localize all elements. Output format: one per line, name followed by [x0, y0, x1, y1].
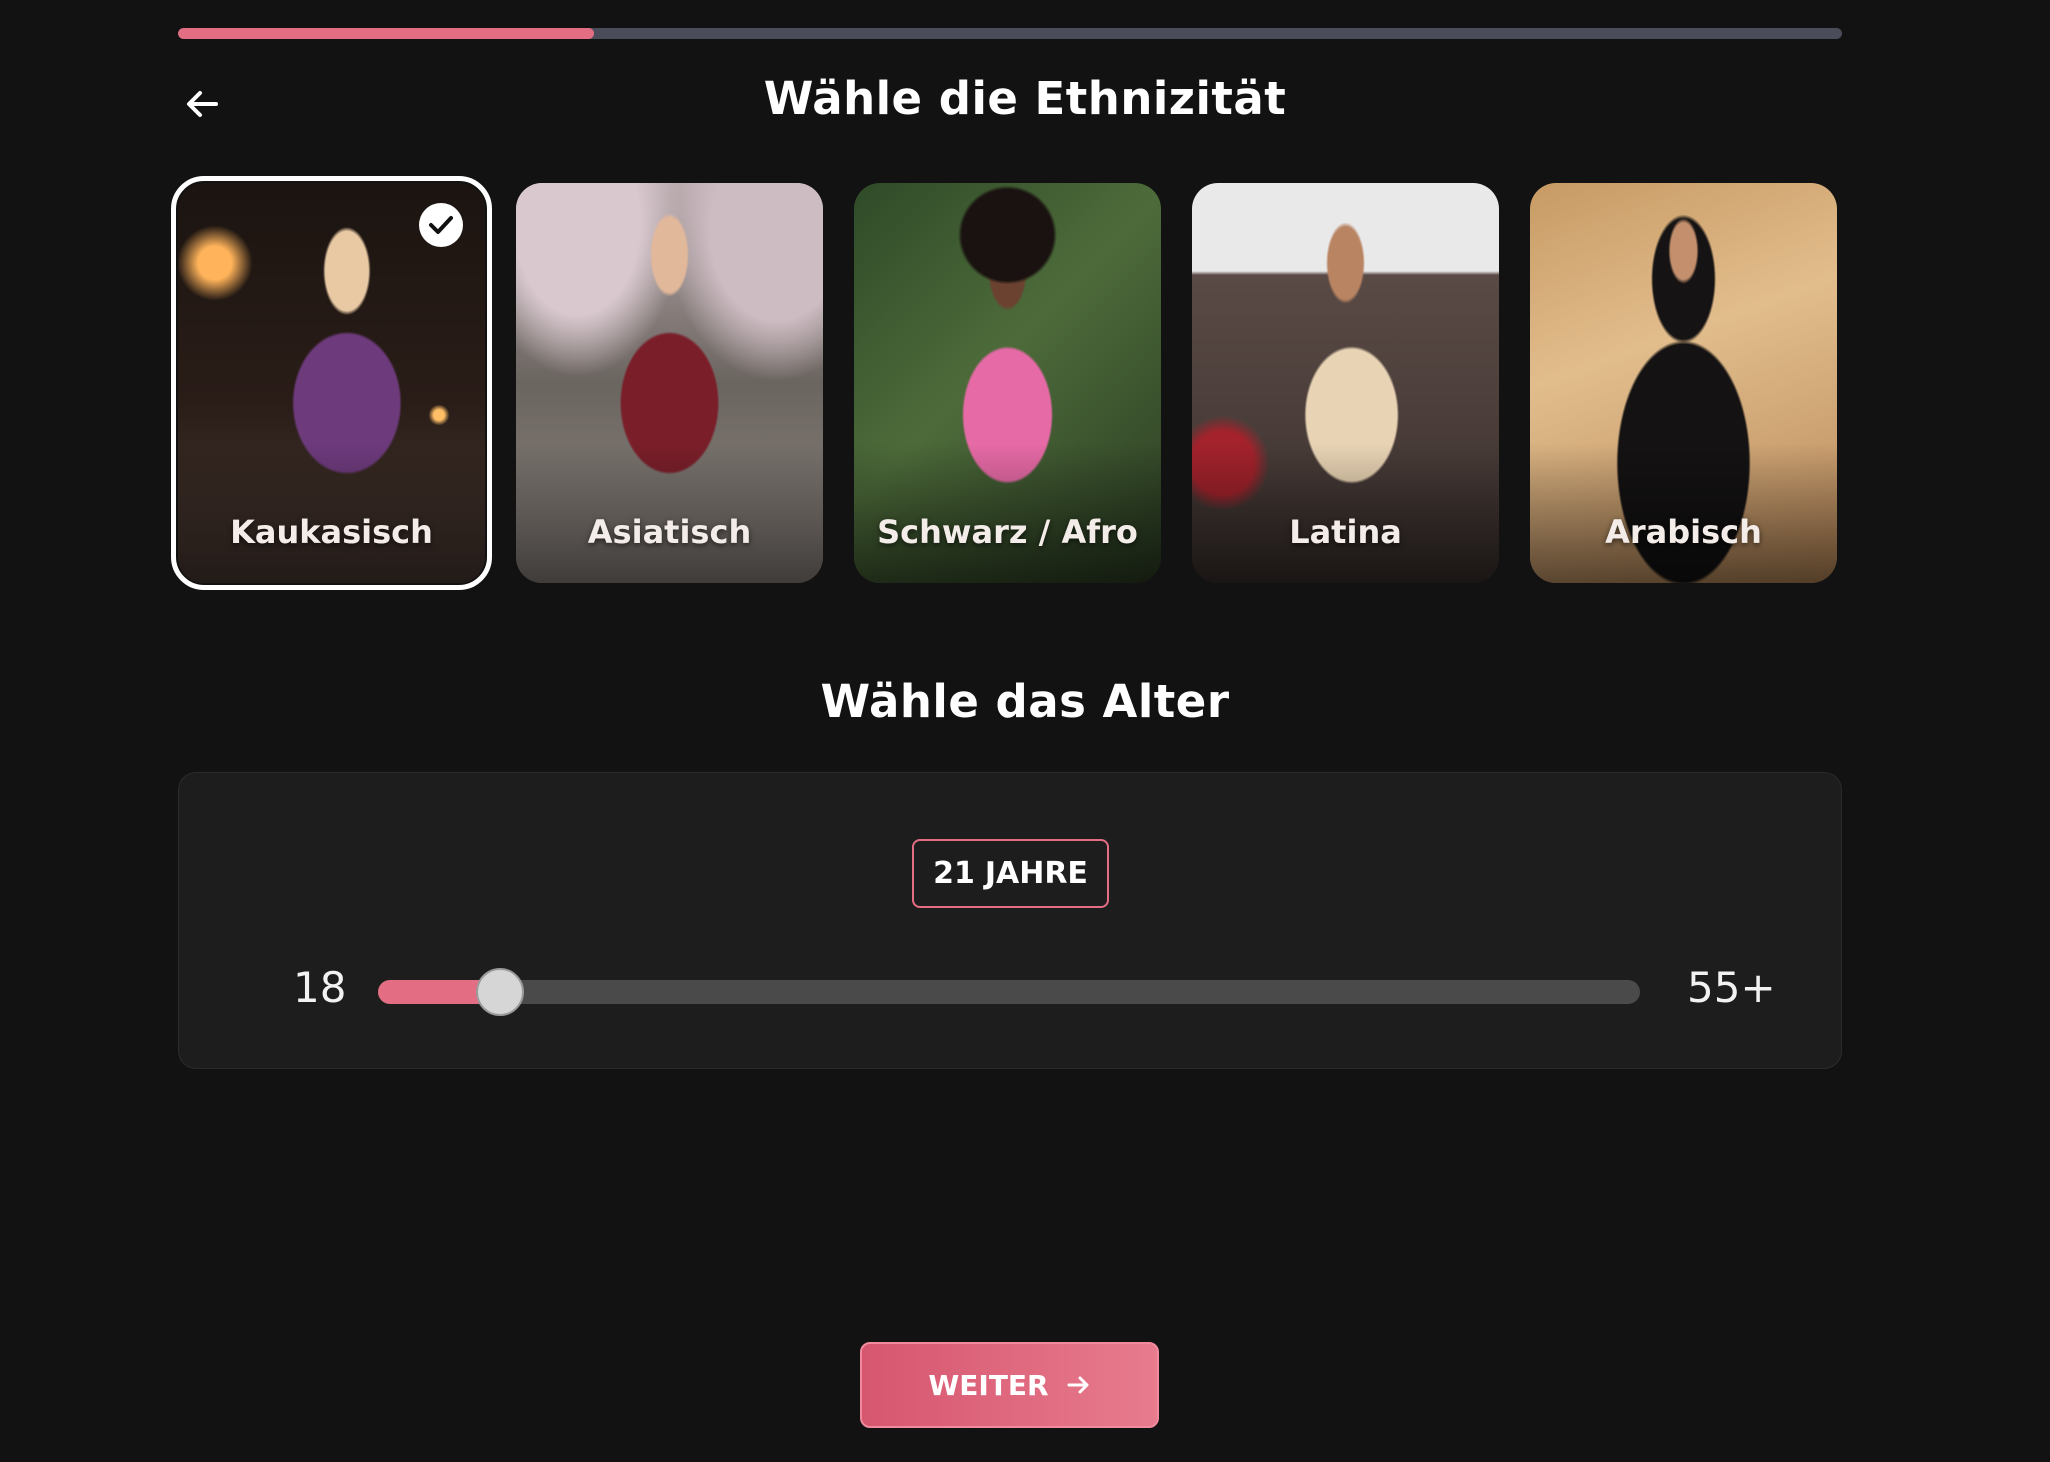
ethnicity-card-asiatisch[interactable]: Asiatisch	[516, 183, 823, 583]
age-slider-thumb[interactable]	[476, 968, 525, 1016]
age-unit: JAHRE	[984, 856, 1088, 891]
ethnicity-card-latina[interactable]: Latina	[1192, 183, 1499, 583]
ethnicity-card-kaukasisch[interactable]: Kaukasisch	[171, 176, 492, 590]
page-title: Wähle die Ethnizität	[763, 72, 1287, 125]
page: Wähle die Ethnizität Kaukasisch Asiatisc…	[0, 0, 2050, 1462]
age-panel: 21 JAHRE 18 55+	[178, 772, 1842, 1069]
age-max-label: 55+	[1687, 963, 1776, 1012]
ethnicity-card-schwarz-afro[interactable]: Schwarz / Afro	[854, 183, 1161, 583]
age-title: Wähle das Alter	[820, 675, 1230, 728]
arrow-right-icon	[1067, 1376, 1089, 1394]
progress-bar-fill	[178, 28, 594, 39]
ethnicity-card-arabisch[interactable]: Arabisch	[1530, 183, 1837, 583]
progress-bar	[178, 28, 1842, 39]
checkmark-icon	[419, 203, 463, 247]
age-value: 21	[933, 856, 975, 891]
card-label: Latina	[1289, 513, 1402, 551]
next-button-label: WEITER	[928, 1368, 1049, 1402]
ethnicity-cards: Kaukasisch Asiatisch Schwarz / Afro Lati…	[171, 176, 1842, 590]
card-label: Schwarz / Afro	[877, 513, 1138, 551]
card-label: Kaukasisch	[230, 513, 433, 551]
card-label: Asiatisch	[587, 513, 752, 551]
age-value-badge: 21 JAHRE	[912, 839, 1109, 908]
card-label: Arabisch	[1605, 513, 1762, 551]
age-slider[interactable]	[378, 968, 1640, 1016]
next-button[interactable]: WEITER	[860, 1342, 1159, 1428]
age-min-label: 18	[293, 963, 347, 1012]
